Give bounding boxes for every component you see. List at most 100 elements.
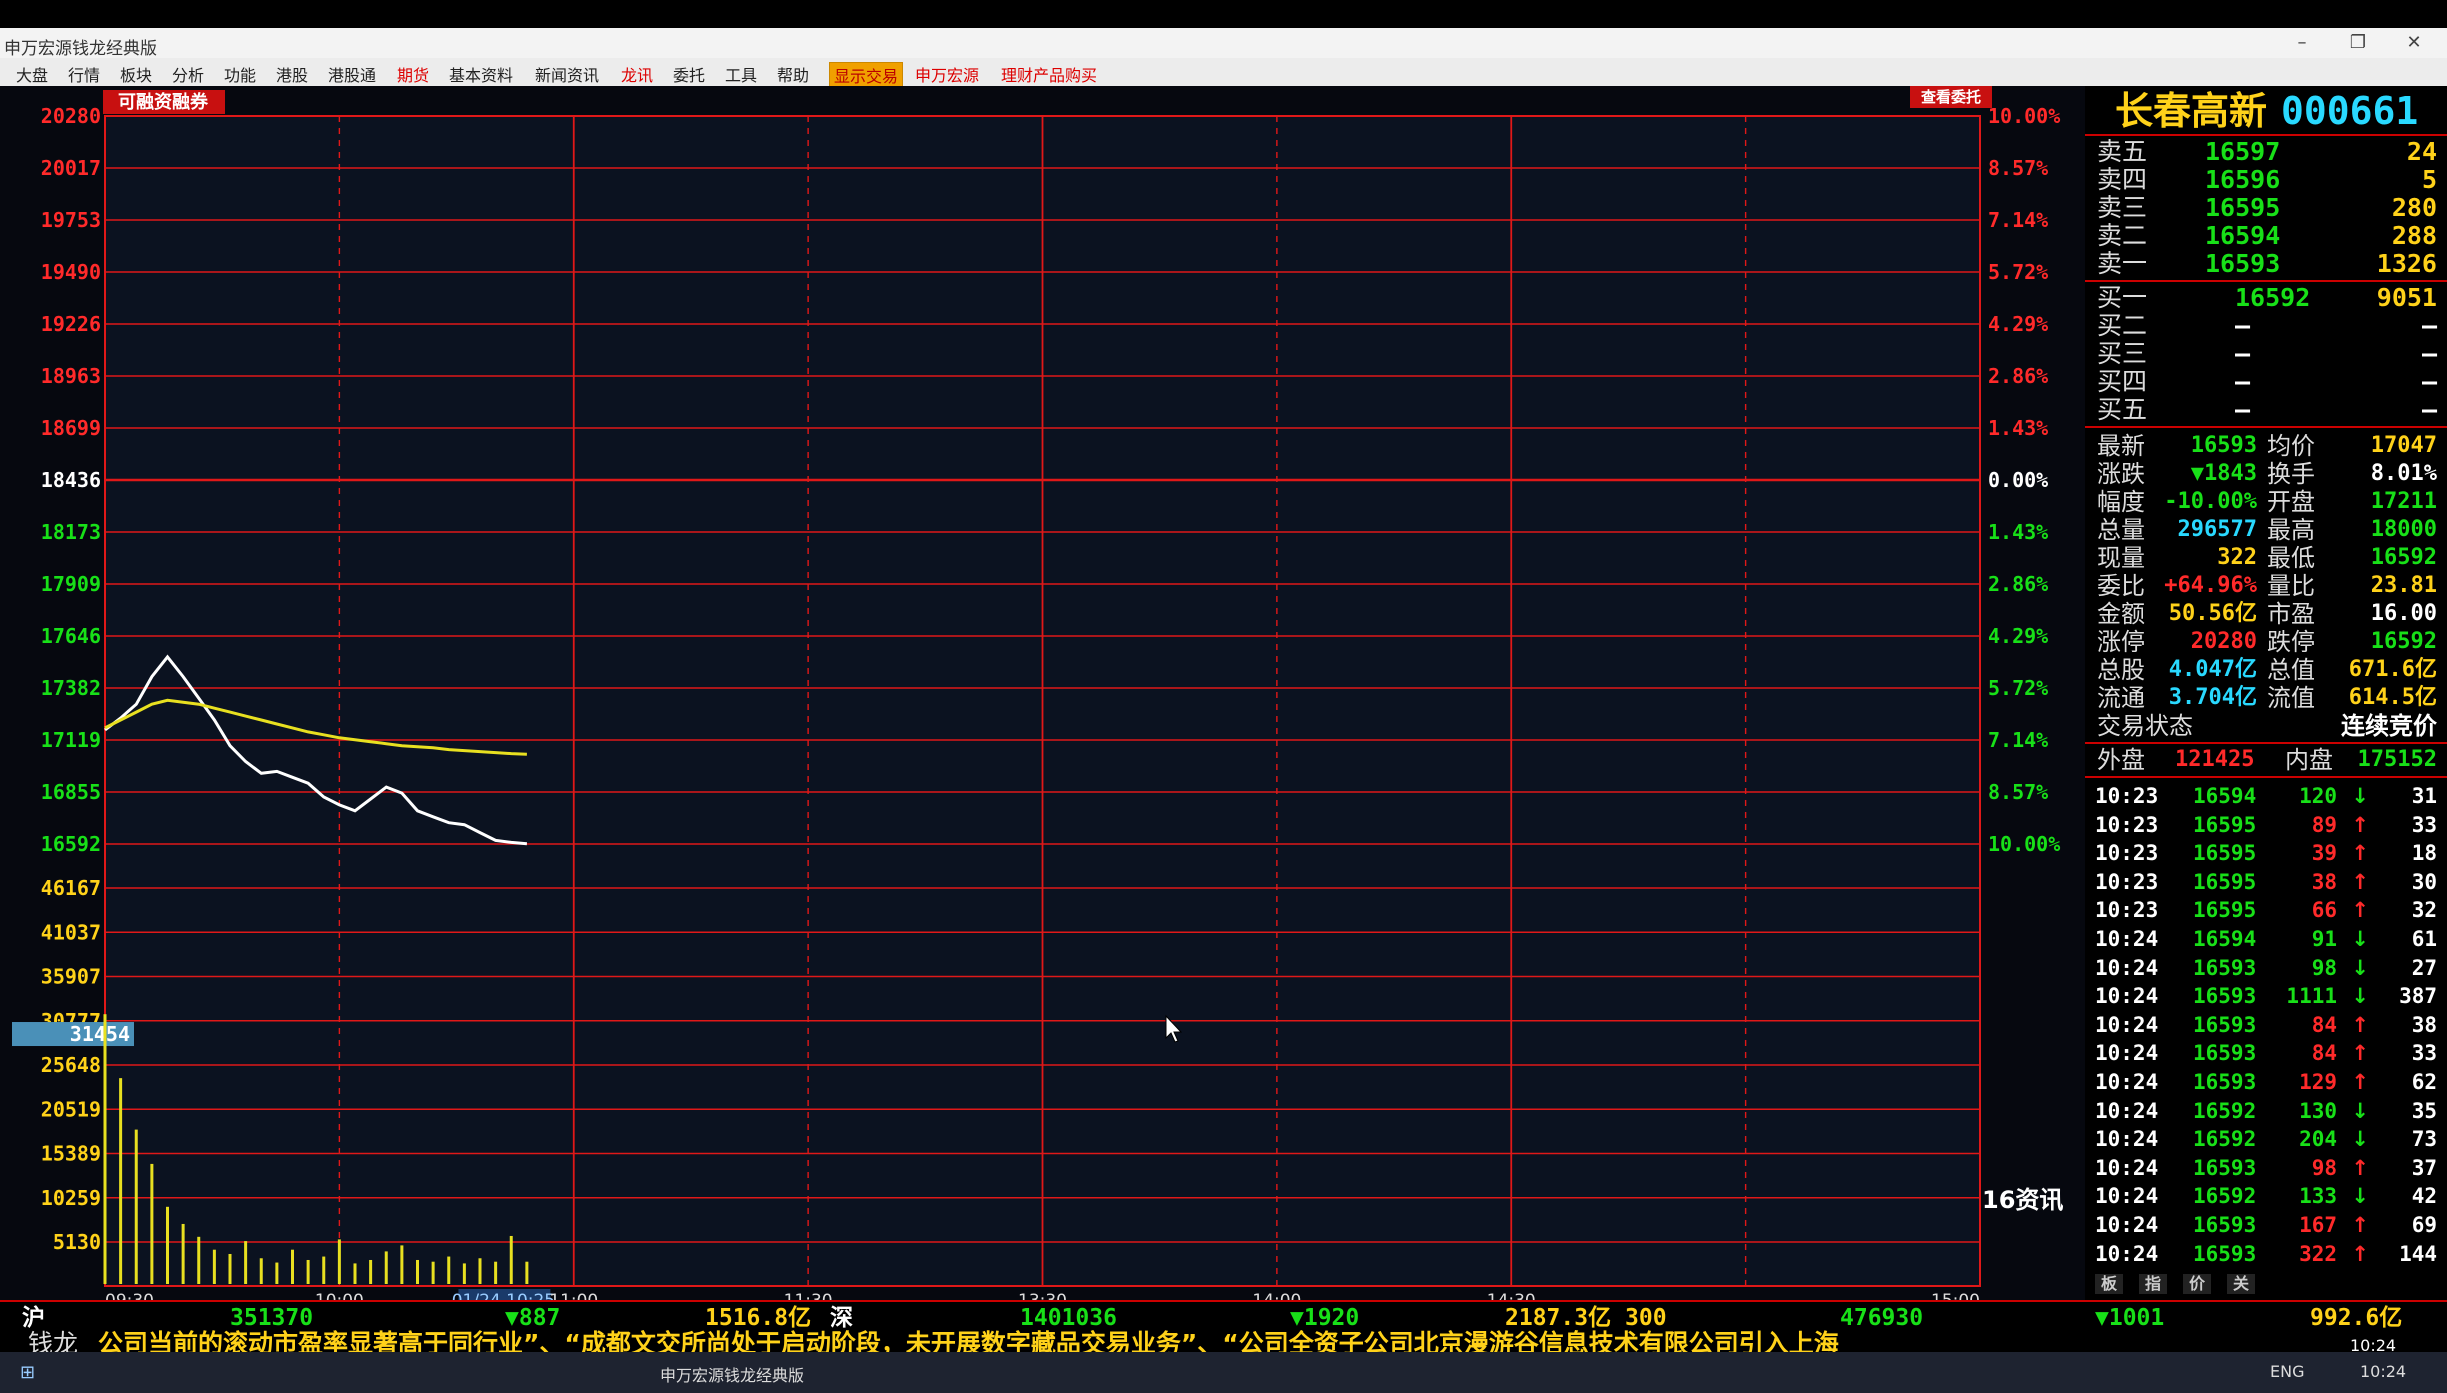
menu-item-9[interactable]: 新闻资讯: [535, 62, 599, 86]
tick-row[interactable]: 10:24 16594 91 ↓ 61: [2085, 925, 2447, 953]
buy-price[interactable]: 16592: [2235, 284, 2310, 312]
sell-volume[interactable]: 288: [2392, 222, 2437, 250]
menu-item-10[interactable]: 龙讯: [621, 62, 653, 86]
menu-item-2[interactable]: 板块: [120, 62, 152, 86]
tick-row[interactable]: 10:24 16592 130 ↓ 35: [2085, 1097, 2447, 1125]
sell-volume[interactable]: 1326: [2377, 250, 2437, 278]
minimize-button[interactable]: –: [2280, 30, 2324, 56]
stat-value[interactable]: 8.01%: [2371, 460, 2437, 488]
sz-label[interactable]: 深: [830, 1304, 853, 1332]
menu-item-14[interactable]: 显示交易: [829, 62, 904, 88]
menu-item-8[interactable]: 基本资料: [449, 62, 513, 86]
menu-item-12[interactable]: 工具: [725, 62, 757, 86]
buy-price[interactable]: —: [2235, 312, 2250, 340]
chart-canvas[interactable]: 20280 10.00% 20017 8.57% 19753 7.14% 19490 5.72…: [0, 86, 2085, 1308]
windows-start-icon[interactable]: ⊞: [20, 1362, 35, 1383]
stat-value[interactable]: -10.00%: [2164, 488, 2257, 516]
stock-name[interactable]: 长春高新: [2115, 88, 2267, 134]
tick-row[interactable]: 10:24 16593 84 ↑ 38: [2085, 1011, 2447, 1039]
menu-item-3[interactable]: 分析: [172, 62, 204, 86]
stat-value[interactable]: 3.704亿: [2169, 684, 2257, 712]
outer-value[interactable]: 121425: [2175, 746, 2254, 774]
menu-item-6[interactable]: 港股通: [328, 62, 376, 86]
menu-item-16[interactable]: 理财产品购买: [1001, 62, 1097, 86]
stat-value[interactable]: 16.00: [2371, 600, 2437, 628]
buy-volume[interactable]: —: [2422, 396, 2437, 424]
menu-item-1[interactable]: 行情: [68, 62, 100, 86]
sell-price[interactable]: 16593: [2205, 250, 2280, 278]
sell-price[interactable]: 16594: [2205, 222, 2280, 250]
idx300-change[interactable]: ▼1001: [2095, 1304, 2164, 1332]
sh-index[interactable]: 351370: [230, 1304, 313, 1332]
sell-price[interactable]: 16596: [2205, 166, 2280, 194]
tick-row[interactable]: 10:24 16593 1111 ↓ 387: [2085, 982, 2447, 1010]
menu-item-0[interactable]: 大盘: [16, 62, 48, 86]
stat-value[interactable]: 322: [2217, 544, 2257, 572]
stat-value[interactable]: 17211: [2371, 488, 2437, 516]
tick-row[interactable]: 10:24 16593 129 ↑ 62: [2085, 1068, 2447, 1096]
inner-value[interactable]: 175152: [2358, 746, 2437, 774]
stat-value[interactable]: 50.56亿: [2169, 600, 2257, 628]
idx300-amount[interactable]: 992.6亿: [2310, 1304, 2402, 1332]
mini-tab-1[interactable]: 指: [2139, 1274, 2168, 1295]
buy-price[interactable]: —: [2235, 368, 2250, 396]
sz-index[interactable]: 1401036: [1020, 1304, 1117, 1332]
margin-tag[interactable]: 可融资融券: [118, 91, 209, 113]
tick-row[interactable]: 10:24 16593 84 ↑ 33: [2085, 1039, 2447, 1067]
menu-item-7[interactable]: 期货: [397, 62, 429, 86]
buy-price[interactable]: —: [2235, 340, 2250, 368]
stat-value[interactable]: 16593: [2191, 432, 2257, 460]
menu-item-4[interactable]: 功能: [224, 62, 256, 86]
stat-value[interactable]: 671.6亿: [2349, 656, 2437, 684]
stat-value[interactable]: +64.96%: [2164, 572, 2257, 600]
taskbar-clock[interactable]: 10:24: [2360, 1362, 2406, 1381]
mini-tab-2[interactable]: 价: [2183, 1274, 2212, 1295]
buy-volume[interactable]: —: [2422, 368, 2437, 396]
tick-row[interactable]: 10:24 16593 98 ↑ 37: [2085, 1154, 2447, 1182]
stat-value[interactable]: 16592: [2371, 628, 2437, 656]
sh-label[interactable]: 沪: [22, 1304, 45, 1332]
close-button[interactable]: ✕: [2392, 30, 2436, 56]
stock-code[interactable]: 000661: [2281, 88, 2418, 134]
stat-value[interactable]: 296577: [2178, 516, 2257, 544]
menu-item-15[interactable]: 申万宏源: [915, 62, 979, 86]
buy-volume[interactable]: 9051: [2377, 284, 2437, 312]
tick-row[interactable]: 10:24 16593 98 ↓ 27: [2085, 954, 2447, 982]
idx300-value[interactable]: 476930: [1840, 1304, 1923, 1332]
sz-change[interactable]: ▼1920: [1290, 1304, 1359, 1332]
tick-row[interactable]: 10:23 16594 120 ↓ 31: [2085, 782, 2447, 810]
stat-value[interactable]: 614.5亿: [2349, 684, 2437, 712]
taskbar-app-label[interactable]: 申万宏源钱龙经典版: [660, 1362, 804, 1386]
sell-volume[interactable]: 24: [2407, 138, 2437, 166]
maximize-button[interactable]: ❐: [2336, 30, 2380, 56]
sh-change[interactable]: ▼887: [505, 1304, 560, 1332]
tick-row[interactable]: 10:23 16595 89 ↑ 33: [2085, 811, 2447, 839]
buy-volume[interactable]: —: [2422, 312, 2437, 340]
taskbar-lang[interactable]: ENG: [2270, 1362, 2304, 1381]
news-label[interactable]: 16资讯: [1982, 1186, 2063, 1214]
view-orders-tag[interactable]: 查看委托: [1921, 88, 1981, 106]
stat-value[interactable]: ▼1843: [2191, 460, 2257, 488]
tick-row[interactable]: 10:23 16595 66 ↑ 32: [2085, 896, 2447, 924]
stat-value[interactable]: 17047: [2371, 432, 2437, 460]
menu-item-13[interactable]: 帮助: [777, 62, 809, 86]
tick-row[interactable]: 10:23 16595 39 ↑ 18: [2085, 839, 2447, 867]
tick-row[interactable]: 10:24 16593 322 ↑ 144: [2085, 1240, 2447, 1268]
stat-value[interactable]: 4.047亿: [2169, 656, 2257, 684]
stat-value[interactable]: 18000: [2371, 516, 2437, 544]
stat-value[interactable]: 23.81: [2371, 572, 2437, 600]
mini-tab-0[interactable]: 板: [2095, 1274, 2124, 1295]
sell-price[interactable]: 16595: [2205, 194, 2280, 222]
sell-volume[interactable]: 5: [2422, 166, 2437, 194]
tick-row[interactable]: 10:24 16593 167 ↑ 69: [2085, 1211, 2447, 1239]
tick-row[interactable]: 10:23 16595 38 ↑ 30: [2085, 868, 2447, 896]
sz-amount[interactable]: 2187.3亿: [1505, 1304, 1611, 1332]
sell-volume[interactable]: 280: [2392, 194, 2437, 222]
intraday-chart[interactable]: 20280 10.00% 20017 8.57% 19753 7.14% 19490 5.72…: [0, 86, 2085, 1308]
stat-value[interactable]: 16592: [2371, 544, 2437, 572]
mini-tab-3[interactable]: 关: [2227, 1274, 2256, 1295]
sell-price[interactable]: 16597: [2205, 138, 2280, 166]
buy-volume[interactable]: —: [2422, 340, 2437, 368]
buy-price[interactable]: —: [2235, 396, 2250, 424]
menu-item-5[interactable]: 港股: [276, 62, 308, 86]
